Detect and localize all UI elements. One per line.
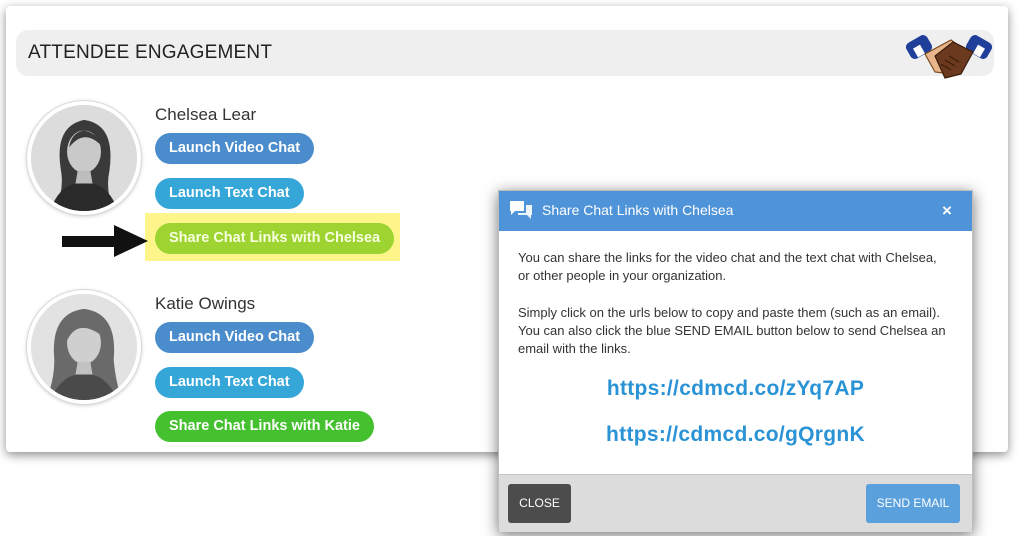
close-button[interactable]: CLOSE — [508, 484, 571, 523]
video-chat-link[interactable]: https://cdmcd.co/zYq7AP — [499, 377, 972, 401]
attendee-name: Katie Owings — [155, 294, 256, 313]
launch-text-chat-button[interactable]: Launch Text Chat — [155, 367, 304, 398]
modal-header: Share Chat Links with Chelsea × — [499, 191, 972, 231]
share-links-modal: Share Chat Links with Chelsea × You can … — [498, 190, 973, 532]
chat-bubbles-icon — [510, 201, 532, 219]
card-title: ATTENDEE ENGAGEMENT — [28, 42, 273, 63]
share-chat-links-button[interactable]: Share Chat Links with Chelsea — [155, 223, 395, 254]
avatar-chelsea — [27, 101, 141, 215]
handshake-icon — [905, 35, 993, 79]
share-chat-links-button[interactable]: Share Chat Links with Katie — [155, 411, 374, 442]
text-chat-link[interactable]: https://cdmcd.co/gQrgnK — [499, 423, 972, 447]
close-icon[interactable]: × — [942, 201, 952, 221]
launch-text-chat-button[interactable]: Launch Text Chat — [155, 178, 304, 209]
launch-video-chat-button[interactable]: Launch Video Chat — [155, 322, 315, 353]
modal-paragraph: You can share the links for the video ch… — [518, 250, 937, 283]
attendee-name: Chelsea Lear — [155, 105, 257, 124]
modal-footer: CLOSE SEND EMAIL — [499, 474, 972, 532]
launch-video-chat-button[interactable]: Launch Video Chat — [155, 133, 315, 164]
arrow-right-icon — [62, 225, 148, 257]
modal-paragraph: Simply click on the urls below to copy a… — [518, 305, 946, 356]
send-email-button[interactable]: SEND EMAIL — [866, 484, 960, 523]
modal-title: Share Chat Links with Chelsea — [542, 202, 734, 218]
avatar-katie — [27, 290, 141, 404]
